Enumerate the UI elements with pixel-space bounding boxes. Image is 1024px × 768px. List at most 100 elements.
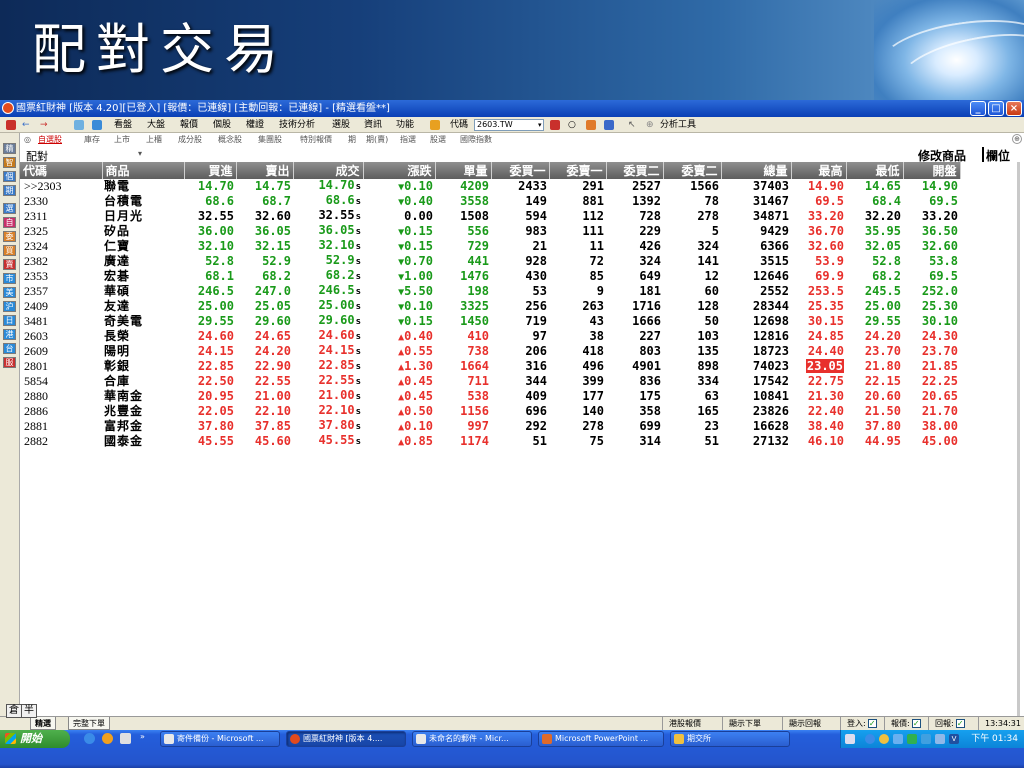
chart-icon[interactable] [550,120,560,130]
quicklaunch-more-icon[interactable]: » [140,733,151,744]
quote-row[interactable]: >>2303 聯電 14.70 14.75 14.70s ▼0.10 4209 2433 291… [20,179,960,194]
show-report-button[interactable]: 顯示回報 [782,717,827,730]
shortcut-button[interactable]: 個 [3,171,16,182]
tab-prev-icon[interactable]: ◎ [24,133,31,146]
quote-row[interactable]: 2311 日月光 32.55 32.60 32.55s 0.00 1508 594 112 728… [20,209,960,224]
cursor-icon[interactable]: ↖ [628,117,636,133]
quote-row[interactable]: 5854 合庫 22.50 22.55 22.55s ▲0.45 711 344 399 836 3… [20,374,960,389]
column-header[interactable]: 最低 [846,162,904,179]
stock-code-input[interactable]: 2603.TW [474,119,544,131]
column-header[interactable]: 漲跌 [363,162,436,179]
quote-checkbox[interactable]: ✓ [911,719,921,728]
window-icon[interactable] [92,120,102,130]
column-header[interactable]: 賣出 [236,162,294,179]
menu-item-watch[interactable]: 看盤 [114,117,132,133]
quote-row[interactable]: 2880 華南金 20.95 21.00 21.00s ▲0.45 538 409 177 175… [20,389,960,404]
minimize-button[interactable]: _ [970,101,986,116]
shortcut-button[interactable]: 沪 [3,301,16,312]
quote-row[interactable]: 2357 華碩 246.5 247.0 246.5s ▼5.50 198 53 9 181 60 25… [20,284,960,299]
tab-futures[interactable]: 期 [348,133,356,146]
shortcut-button[interactable]: 買 [3,245,16,256]
tab-concept[interactable]: 概念股 [218,133,242,146]
tab-international-index[interactable]: 國際指數 [460,133,492,146]
favorite-icon[interactable] [586,120,596,130]
shortcut-button[interactable]: 智 [3,157,16,168]
quote-row[interactable]: 2353 宏碁 68.1 68.2 68.2s ▼1.00 1476 430 85 649 12 12… [20,269,960,284]
menu-item-screener[interactable]: 選股 [332,117,350,133]
quote-row[interactable]: 2609 陽明 24.15 24.20 24.15s ▲0.55 738 206 418 803 1… [20,344,960,359]
status-tab-selected[interactable]: 精選 [30,717,56,730]
shortcut-button[interactable]: 市 [3,273,16,284]
shortcut-button[interactable]: 精 [3,143,16,154]
column-header[interactable]: 代碼 [20,162,103,179]
home-icon[interactable] [6,120,16,130]
tab-group[interactable]: 集團股 [258,133,282,146]
report-checkbox[interactable]: ✓ [955,719,965,728]
start-button[interactable]: 開始 [0,730,70,748]
column-header[interactable]: 商品 [102,162,185,179]
volume-tray-icon[interactable] [935,734,945,744]
tab-strip-end-icon[interactable]: ⊕ [1012,134,1022,144]
menu-item-stock[interactable]: 個股 [213,117,231,133]
back-icon[interactable]: ← [22,117,30,133]
display-tray-icon[interactable] [893,734,903,744]
quote-row[interactable]: 2330 台積電 68.6 68.7 68.6s ▼0.40 3558 149 881 1392 7… [20,194,960,209]
tab-watchlist[interactable]: 自選股 [38,133,62,146]
column-header[interactable]: 最高 [791,162,847,179]
taskbar-item-powerpoint[interactable]: Microsoft PowerPoint ... [538,731,664,747]
ime-indicator[interactable]: 倉半 [6,704,37,718]
mail-quicklaunch-icon[interactable] [120,733,131,744]
column-header[interactable]: 總量 [721,162,792,179]
media-quicklaunch-icon[interactable] [102,733,113,744]
group-dropdown-icon[interactable]: ▾ [138,149,142,158]
tab-stock-options[interactable]: 股選 [430,133,446,146]
sync-tray-icon[interactable] [907,734,917,744]
hk-quote-button[interactable]: 港股報價 [662,717,707,730]
menu-item-warrant[interactable]: 權證 [246,117,264,133]
security-tray-icon[interactable] [879,734,889,744]
quote-row[interactable]: 2886 兆豐金 22.05 22.10 22.10s ▲0.50 1156 696 140 35… [20,404,960,419]
taskbar-item-taifex[interactable]: 期交所 [670,731,790,747]
shortcut-button[interactable]: 港 [3,329,16,340]
window-title-bar[interactable]: 國票紅財神 [版本 4.20][已登入] [報價：已連線] [主動回報：已連線]… [0,100,1024,117]
tab-futures-sell[interactable]: 期(賣) [366,133,388,146]
tab-otc[interactable]: 上櫃 [146,133,162,146]
quote-row[interactable]: 3481 奇美電 29.55 29.60 29.60s ▼0.15 1450 719 43 166… [20,314,960,329]
maximize-button[interactable]: □ [988,101,1004,116]
ie-quicklaunch-icon[interactable] [84,733,95,744]
column-header[interactable]: 委賣一 [549,162,607,179]
alert-icon[interactable] [604,120,614,130]
shortcut-button[interactable]: 期 [3,185,16,196]
tab-inventory[interactable]: 庫存 [84,133,100,146]
analysis-tool-icon[interactable]: ⊕ [646,117,654,133]
column-header[interactable]: 委買一 [491,162,550,179]
quote-row[interactable]: 2882 國泰金 45.55 45.60 45.55s ▲0.85 1174 51 75 314 5… [20,434,960,449]
column-header[interactable]: 委賣二 [663,162,722,179]
menu-item-technical[interactable]: 技術分析 [279,117,315,133]
close-button[interactable]: × [1006,101,1022,116]
quote-row[interactable]: 2382 廣達 52.8 52.9 52.9s ▼0.70 441 928 72 324 141 35… [20,254,960,269]
shortcut-button[interactable]: 自 [3,217,16,228]
shortcut-button[interactable]: 日 [3,315,16,326]
network-tray-icon[interactable] [865,734,875,744]
login-checkbox[interactable]: ✓ [867,719,877,728]
shortcut-button[interactable]: 選 [3,203,16,214]
quote-row[interactable]: 2881 富邦金 37.80 37.85 37.80s ▲0.10 997 292 278 699… [20,419,960,434]
column-header[interactable]: 委買二 [606,162,664,179]
ime-mode[interactable]: 倉 [7,705,22,717]
column-header[interactable]: 開盤 [903,162,961,179]
code-dropdown-icon[interactable]: ▾ [538,117,542,133]
quote-row[interactable]: 2324 仁寶 32.10 32.15 32.10s ▼0.15 729 21 11 426 324… [20,239,960,254]
vertical-scrollbar[interactable] [1017,162,1020,718]
shortcut-button[interactable]: 台 [3,343,16,354]
tab-index-options[interactable]: 指選 [400,133,416,146]
menu-item-quote[interactable]: 報價 [180,117,198,133]
column-header[interactable]: 單量 [435,162,492,179]
menu-item-function[interactable]: 功能 [396,117,414,133]
quote-row[interactable]: 2603 長榮 24.60 24.65 24.60s ▲0.40 410 97 38 227 103… [20,329,960,344]
status-tab-order[interactable]: 完整下單 [68,717,110,730]
taskbar-item-trading-app[interactable]: 國票紅財神 [版本 4.... [286,731,406,747]
menu-item-market[interactable]: 大盤 [147,117,165,133]
shortcut-button[interactable]: 美 [3,287,16,298]
quote-row[interactable]: 2325 矽品 36.00 36.05 36.05s ▼0.15 556 983 111 229 5… [20,224,960,239]
